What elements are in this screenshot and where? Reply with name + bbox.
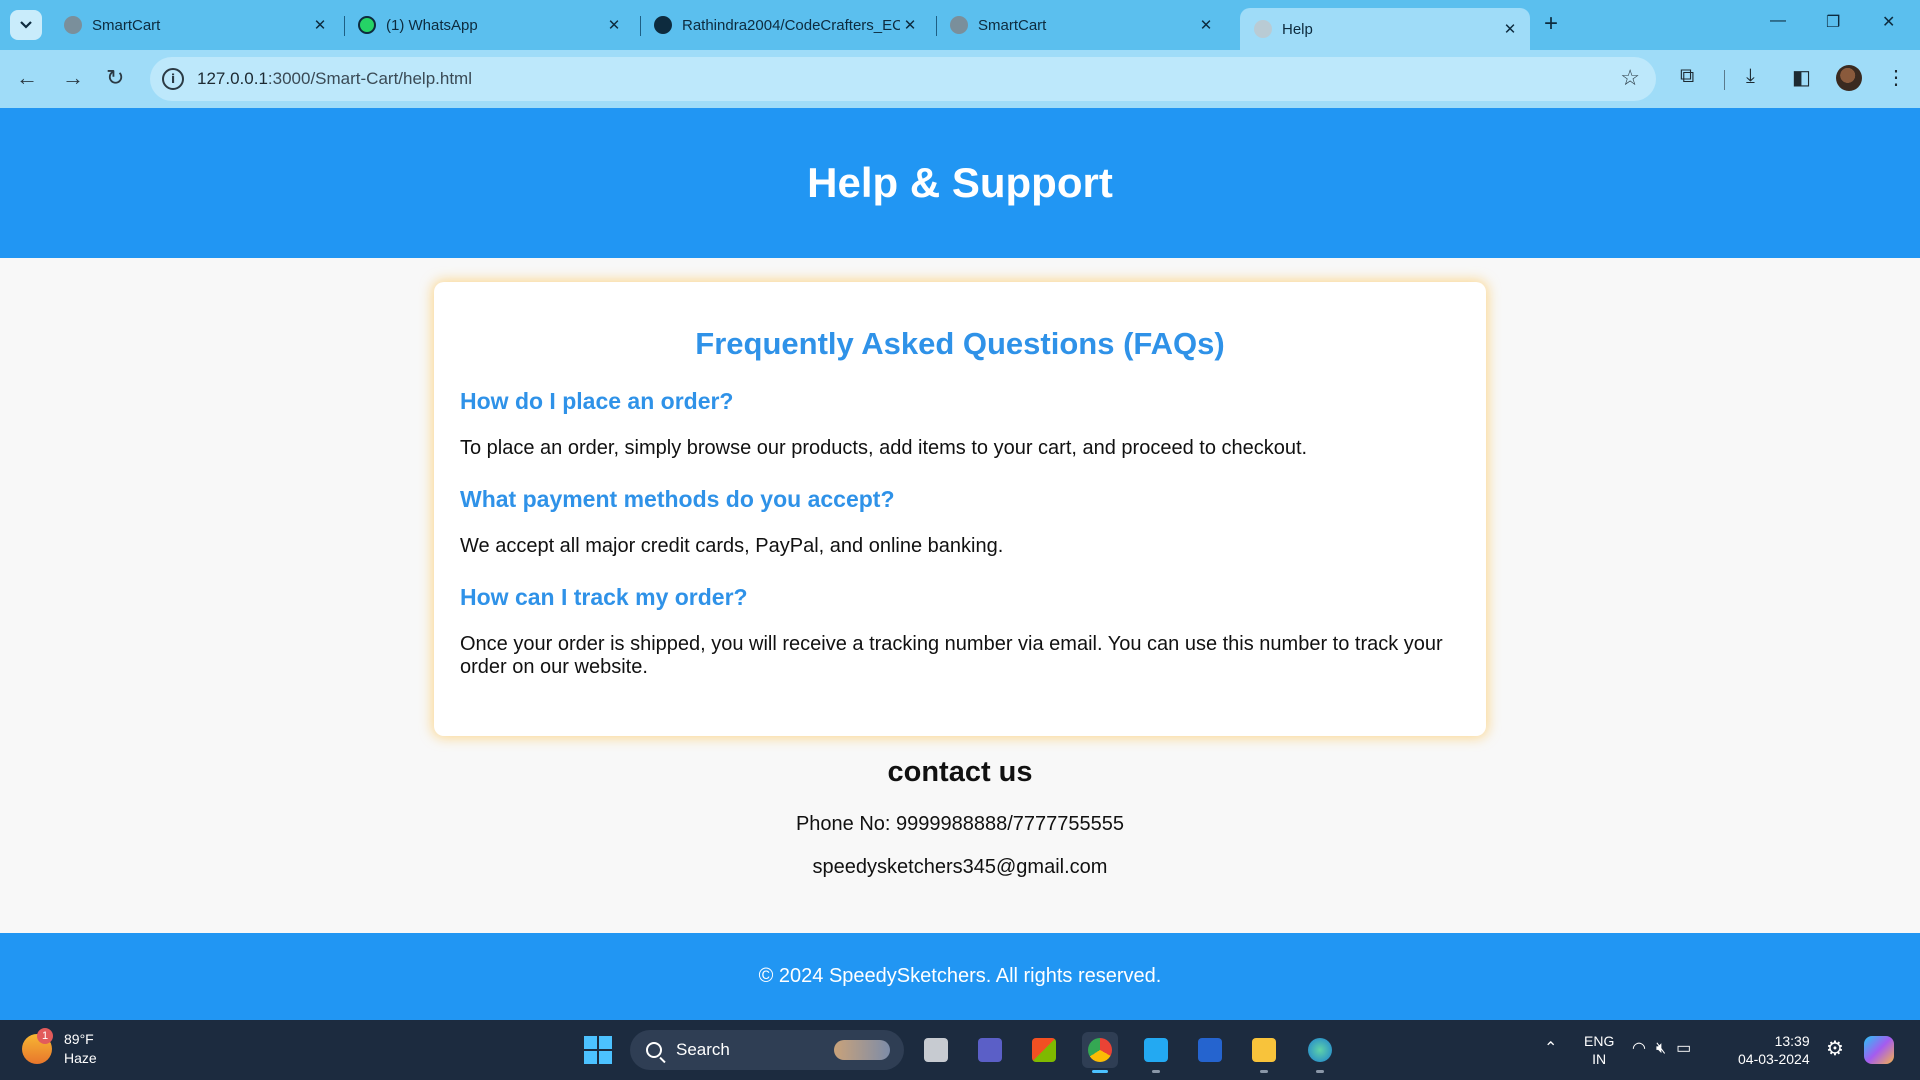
menu-kebab-icon[interactable]: ⋮ [1886,65,1906,90]
weather-widget[interactable]: 1 89°F Haze [22,1028,97,1068]
contact-email: speedysketchers345@gmail.com [812,856,1108,878]
globe-icon [64,16,82,34]
globe-icon [1254,20,1272,38]
bookmark-star-icon[interactable]: ☆ [1620,65,1640,91]
browser-tab-active[interactable]: Help ✕ [1240,8,1530,50]
clock-date: 04-03-2024 [1738,1051,1810,1067]
restore-icon[interactable]: ❐ [1826,12,1840,32]
extensions-icon[interactable]: ⧉ [1680,65,1694,88]
faq-question: How can I track my order? [460,584,748,610]
close-icon[interactable]: ✕ [900,16,920,34]
region-code: IN [1592,1051,1607,1067]
search-highlight-icon [834,1040,890,1060]
contact-phone: Phone No: 9999988888/7777755555 [795,813,1125,835]
back-icon[interactable]: ← [16,67,38,89]
globe-icon [950,16,968,34]
tray-overflow-chevron-icon[interactable]: ⌃ [1544,1038,1557,1080]
language-indicator[interactable]: ENG IN [1584,1032,1614,1080]
tab-title: SmartCart [978,16,1047,34]
taskbar-search[interactable]: Search [630,1030,904,1070]
browser-tab[interactable]: (1) WhatsApp ✕ [344,8,634,42]
search-label: Search [676,1040,730,1059]
faq-answer: To place an order, simply browse our pro… [460,437,1308,459]
file-manager-icon[interactable] [918,1032,954,1068]
toolbar-divider [1724,70,1725,90]
page-title: Help & Support [807,159,1113,206]
tab-title: Rathindra2004/CodeCrafters_EC [682,16,900,34]
download-icon[interactable]: ⤓ [1746,65,1755,88]
site-info-icon[interactable]: i [162,68,184,90]
todo-icon[interactable] [1192,1032,1228,1068]
copilot-icon[interactable] [1864,1036,1894,1064]
contact-heading: contact us [887,756,1033,788]
language-code: ENG [1584,1033,1615,1049]
tray-status-icons[interactable]: ◠🔇︎▭ [1632,1038,1701,1080]
wifi-icon[interactable]: ◠ [1632,1040,1656,1057]
url-path: :3000/Smart-Cart/help.html [267,69,472,88]
system-clock[interactable]: 13:39 04-03-2024 [1738,1032,1810,1080]
whatsapp-icon [358,16,376,34]
vscode-icon[interactable] [1138,1032,1174,1073]
faq-question: What payment methods do you accept? [460,486,895,512]
reload-icon[interactable]: ↻ [106,67,124,89]
close-icon[interactable]: ✕ [1196,16,1216,34]
github-icon [654,16,672,34]
browser-toolbar: ← → ↻ i 127.0.0.1:3000/Smart-Cart/help.h… [0,50,1920,108]
windows-start-icon[interactable] [584,1036,612,1064]
close-icon[interactable]: ✕ [604,16,624,34]
site-footer: © 2024 SpeedySketchers. All rights reser… [0,933,1920,1020]
site-header: Help & Support [0,108,1920,258]
file-explorer-icon[interactable] [1246,1032,1282,1073]
faq-answer: Once your order is shipped, you will rec… [460,633,1443,678]
contact-section: contact us Phone No: 9999988888/77777555… [0,756,1920,899]
weather-temperature: 89°F [64,1031,94,1047]
chevron-down-icon [20,21,32,29]
faq-answer: We accept all major credit cards, PayPal… [460,535,1004,557]
profile-avatar[interactable] [1836,65,1862,91]
clock-time: 13:39 [1774,1033,1810,1049]
close-window-icon[interactable]: ✕ [1882,12,1895,32]
battery-icon[interactable]: ▭ [1676,1040,1701,1057]
browser-tab[interactable]: SmartCart ✕ [936,8,1226,42]
tab-title: SmartCart [92,16,161,34]
globe-app-icon[interactable] [1302,1032,1338,1073]
tab-title: (1) WhatsApp [386,16,478,34]
store-icon[interactable] [1026,1032,1062,1068]
forward-icon[interactable]: → [62,67,84,89]
faq-heading: Frequently Asked Questions (FAQs) [695,326,1225,361]
new-tab-button[interactable]: + [1544,12,1558,36]
windows-taskbar: 1 89°F Haze Search ⌃ ENG IN ◠🔇︎▭ 13:39 0… [0,1020,1920,1080]
close-icon[interactable]: ✕ [310,16,330,34]
url-host: 127.0.0.1 [197,69,268,88]
close-icon[interactable]: ✕ [1500,20,1520,38]
faq-question: How do I place an order? [460,388,734,414]
settings-gear-icon[interactable]: ⚙ [1826,1036,1844,1080]
weather-description: Haze [64,1050,97,1066]
url-text[interactable]: 127.0.0.1:3000/Smart-Cart/help.html [197,69,472,89]
browser-tab[interactable]: SmartCart ✕ [50,8,340,42]
weather-sun-icon: 1 [22,1028,53,1064]
chrome-icon[interactable] [1082,1032,1118,1073]
minimize-icon[interactable]: — [1770,12,1786,30]
address-bar[interactable]: i 127.0.0.1:3000/Smart-Cart/help.html ☆ [150,57,1656,101]
tab-search-button[interactable] [10,10,42,40]
volume-muted-icon[interactable]: 🔇︎ [1656,1040,1676,1057]
browser-tab[interactable]: Rathindra2004/CodeCrafters_EC ✕ [640,8,930,42]
tab-title: Help [1282,20,1313,38]
teams-icon[interactable] [972,1032,1008,1068]
faq-card: Frequently Asked Questions (FAQs) How do… [434,282,1486,736]
notification-badge: 1 [37,1028,53,1044]
search-icon [646,1042,662,1058]
browser-tabstrip: SmartCart ✕ (1) WhatsApp ✕ Rathindra2004… [0,0,1920,50]
side-panel-icon[interactable]: ◧ [1792,65,1811,90]
footer-copyright: © 2024 SpeedySketchers. All rights reser… [758,965,1162,987]
